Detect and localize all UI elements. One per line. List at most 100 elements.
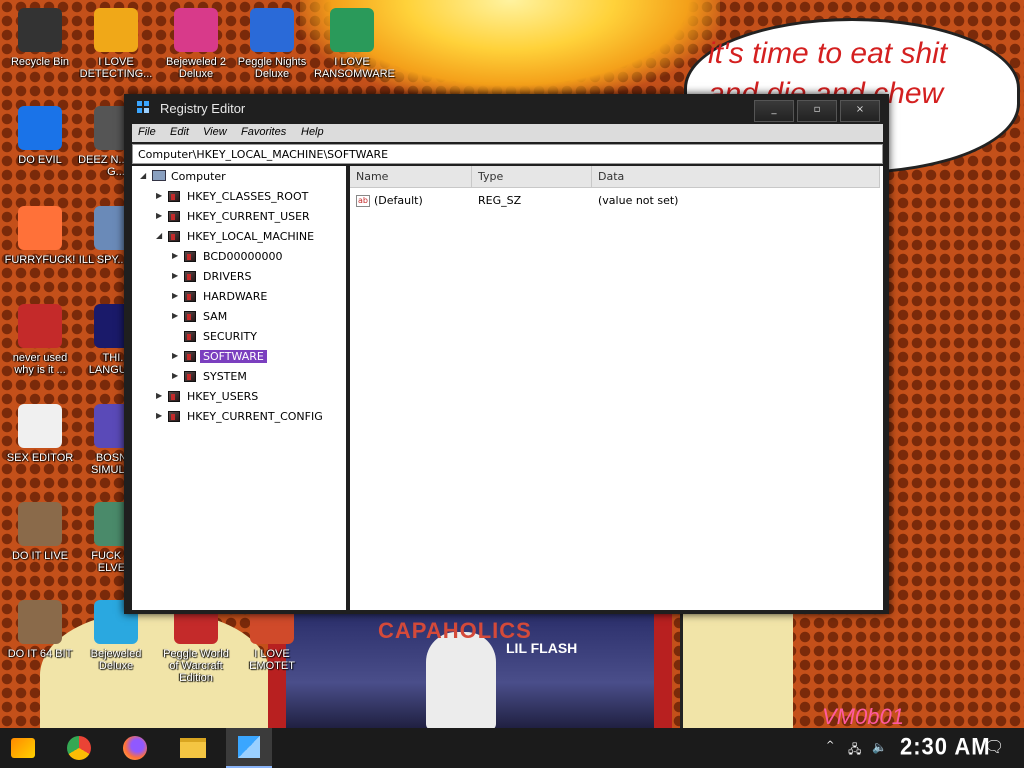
desktop-icon-label: SEX EDITOR bbox=[6, 452, 74, 464]
tray-chevron-icon[interactable]: ^ bbox=[826, 740, 834, 751]
clock[interactable]: 2:30 AM bbox=[900, 733, 991, 762]
key-tree[interactable]: ◢ Computer ▶ HKEY_CLASSES_ROOT ▶ HKEY_CU… bbox=[132, 166, 346, 610]
minimize-button[interactable]: _ bbox=[754, 100, 794, 122]
desktop-icon[interactable]: Bejeweled 2 Deluxe bbox=[158, 8, 234, 80]
column-header-type[interactable]: Type bbox=[472, 166, 592, 188]
collapse-arrow-icon[interactable]: ▶ bbox=[172, 311, 182, 320]
address-bar[interactable]: Computer\HKEY_LOCAL_MACHINE\SOFTWARE bbox=[132, 144, 883, 164]
folder-icon bbox=[184, 351, 196, 362]
desktop-icon[interactable]: DO EVIL bbox=[2, 106, 78, 166]
start-button[interactable] bbox=[0, 728, 46, 768]
desktop-icon[interactable]: SEX EDITOR bbox=[2, 404, 78, 464]
de-app-icon bbox=[94, 8, 138, 52]
close-button[interactable]: × bbox=[840, 100, 880, 122]
file-explorer-icon bbox=[180, 738, 206, 758]
folder-icon bbox=[184, 331, 196, 342]
menu-file[interactable]: File bbox=[138, 126, 156, 138]
recycle-bin-icon bbox=[18, 8, 62, 52]
maximize-button[interactable]: ▫ bbox=[797, 100, 837, 122]
menu-favorites[interactable]: Favorites bbox=[241, 126, 286, 138]
hxd-icon bbox=[18, 404, 62, 448]
collapse-arrow-icon[interactable]: ▶ bbox=[172, 291, 182, 300]
tree-node-label: BCD00000000 bbox=[203, 250, 283, 263]
desktop-icon[interactable]: Peggle Nights Deluxe bbox=[234, 8, 310, 80]
desktop-icon-label: Peggle Nights Deluxe bbox=[237, 56, 307, 80]
notification-icon[interactable]: 🗨 bbox=[984, 737, 1004, 756]
portrait-icon bbox=[18, 502, 62, 546]
network-icon[interactable]: 🖧 bbox=[848, 740, 861, 761]
registry-editor-icon bbox=[137, 101, 151, 115]
folder-icon bbox=[168, 191, 180, 202]
desktop-icon[interactable]: Recycle Bin bbox=[2, 8, 78, 68]
collapse-arrow-icon[interactable]: ▶ bbox=[156, 411, 166, 420]
folder-icon bbox=[184, 371, 196, 382]
tree-node-label: SAM bbox=[203, 310, 228, 323]
tree-node-label: Computer bbox=[171, 170, 226, 183]
value-type: REG_SZ bbox=[478, 194, 522, 207]
taskbar: ^ 🖧 🔈 2:30 AM 🗨 bbox=[0, 728, 1024, 768]
collapse-arrow-icon[interactable]: ▶ bbox=[172, 371, 182, 380]
registry-editor-window[interactable]: Registry Editor _ ▫ × File Edit View Fav… bbox=[124, 94, 889, 614]
menu-view[interactable]: View bbox=[203, 126, 227, 138]
chrome-icon bbox=[67, 736, 91, 760]
desktop-icon-label: Bejeweled Deluxe bbox=[90, 648, 142, 672]
values-list[interactable]: Name Type Data ab (Default) REG_SZ (valu… bbox=[350, 166, 883, 610]
taskbar-registry-editor[interactable] bbox=[226, 728, 272, 768]
desktop-icon[interactable]: I LOVE RANSOMWARE bbox=[314, 8, 395, 80]
column-header-name[interactable]: Name bbox=[350, 166, 472, 188]
desktop-icon-label: DO IT 64 BIT bbox=[7, 648, 73, 660]
project-icon bbox=[330, 8, 374, 52]
watermark: VM0b01 bbox=[822, 704, 904, 729]
desktop-icon-label: I LOVE DETECTING... bbox=[79, 56, 153, 80]
tree-node-label: HKEY_USERS bbox=[187, 390, 259, 403]
desktop-icon-label: Bejeweled 2 Deluxe bbox=[166, 56, 226, 80]
start-icon bbox=[11, 738, 35, 758]
collapse-arrow-icon[interactable]: ▶ bbox=[172, 351, 182, 360]
folder-icon bbox=[168, 231, 180, 242]
address-path[interactable]: Computer\HKEY_LOCAL_MACHINE\SOFTWARE bbox=[138, 148, 388, 161]
album-poster: CAPAHOLICS LIL FLASH bbox=[268, 612, 672, 730]
volume-icon[interactable]: 🔈 bbox=[872, 740, 887, 754]
desktop-icon-label: I LOVE RANSOMWARE bbox=[314, 56, 395, 80]
string-value-icon: ab bbox=[356, 195, 370, 207]
speech-bubble-line: it's time to eat shit bbox=[708, 37, 948, 70]
desktop-icon[interactable]: DO IT 64 BIT bbox=[2, 600, 78, 660]
taskbar-chrome[interactable] bbox=[56, 728, 102, 768]
devcpp-icon bbox=[18, 304, 62, 348]
desktop-icon-label: never used why is it ... bbox=[12, 352, 68, 376]
column-header-data[interactable]: Data bbox=[592, 166, 880, 188]
taskbar-firefox[interactable] bbox=[112, 728, 158, 768]
tree-node-label: HKEY_CURRENT_CONFIG bbox=[187, 410, 323, 423]
portrait64-icon bbox=[18, 600, 62, 644]
tree-node-label: HKEY_LOCAL_MACHINE bbox=[187, 230, 315, 243]
collapse-arrow-icon[interactable]: ▶ bbox=[156, 211, 166, 220]
collapse-arrow-icon[interactable]: ▶ bbox=[172, 251, 182, 260]
wallpaper-figure bbox=[680, 610, 793, 740]
tree-node-label: SECURITY bbox=[203, 330, 257, 343]
poster-artwork: CAPAHOLICS LIL FLASH bbox=[286, 612, 654, 730]
desktop-icon-label: I LOVE EMOTET bbox=[249, 648, 295, 672]
menu-edit[interactable]: Edit bbox=[170, 126, 189, 138]
collapse-arrow-icon[interactable]: ▶ bbox=[156, 191, 166, 200]
tree-node-label: HARDWARE bbox=[203, 290, 268, 303]
value-row[interactable]: ab (Default) REG_SZ (value not set) bbox=[350, 192, 880, 210]
desktop-icon[interactable]: I LOVE DETECTING... bbox=[78, 8, 154, 80]
folder-icon bbox=[168, 411, 180, 422]
title-bar[interactable]: Registry Editor _ ▫ × bbox=[124, 94, 889, 122]
menu-help[interactable]: Help bbox=[301, 126, 324, 138]
expand-arrow-icon[interactable]: ◢ bbox=[156, 231, 166, 240]
desktop-icon[interactable]: DO IT LIVE bbox=[2, 502, 78, 562]
desktop-icon-label: DO IT LIVE bbox=[11, 550, 69, 562]
desktop-icon[interactable]: never used why is it ... bbox=[2, 304, 78, 376]
desktop-icon[interactable]: FURRYFUCK! bbox=[2, 206, 78, 266]
folder-icon bbox=[184, 271, 196, 282]
collapse-arrow-icon[interactable]: ▶ bbox=[156, 391, 166, 400]
tree-node-label: HKEY_CLASSES_ROOT bbox=[187, 190, 309, 203]
collapse-arrow-icon[interactable]: ▶ bbox=[172, 271, 182, 280]
taskbar-file-explorer[interactable] bbox=[170, 728, 216, 768]
folder-icon bbox=[168, 211, 180, 222]
desktop-icon-label: DO EVIL bbox=[18, 154, 62, 166]
chrome-icon bbox=[18, 106, 62, 150]
computer-icon bbox=[152, 170, 166, 181]
expand-arrow-icon[interactable]: ◢ bbox=[140, 171, 150, 180]
